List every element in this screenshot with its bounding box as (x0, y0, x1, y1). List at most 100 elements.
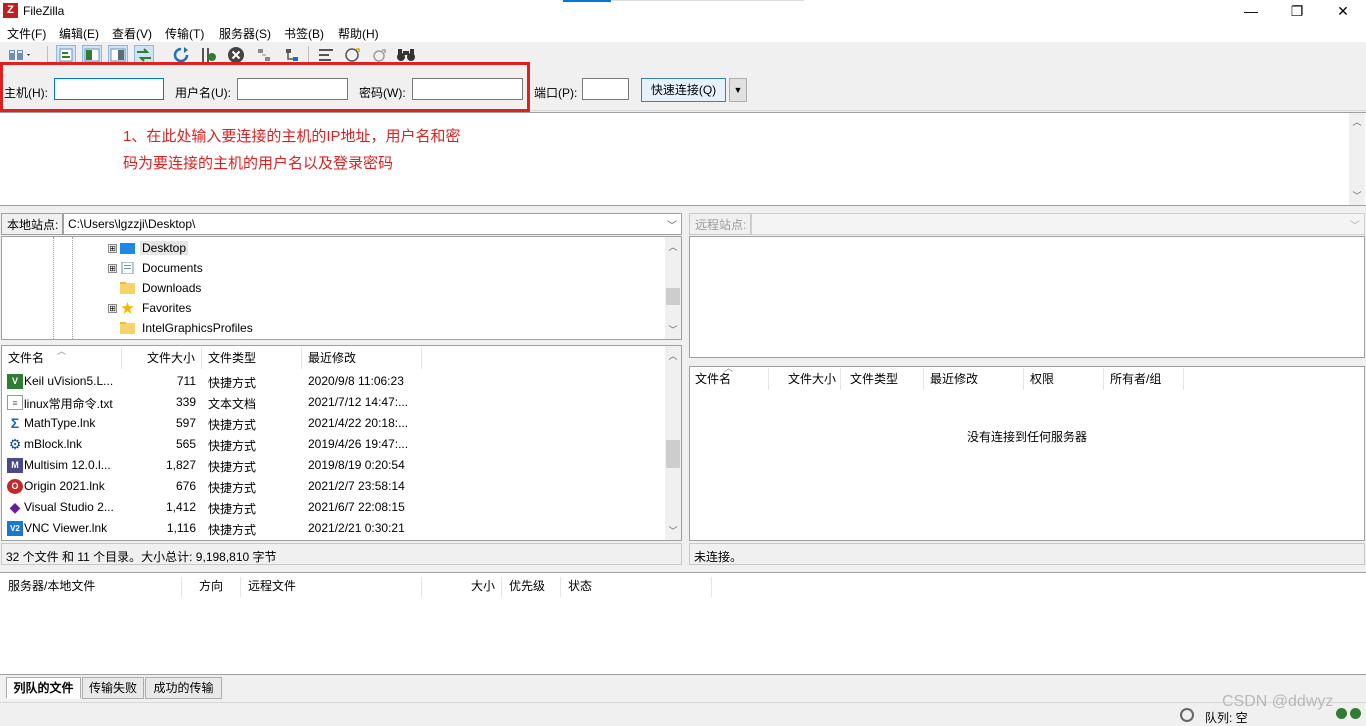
queue-col-server-local[interactable]: 服务器/本地文件 (1, 577, 182, 597)
scroll-up-arrow-icon[interactable]: ︿ (1349, 115, 1365, 128)
tree-item-label: Downloads (142, 281, 202, 295)
minimize-button[interactable]: — (1228, 0, 1274, 22)
local-file-row[interactable]: ◆ Visual Studio 2... 1,412 快捷方式 2021/6/7… (2, 497, 664, 518)
maximize-button[interactable]: ❐ (1274, 0, 1320, 22)
chevron-down-icon[interactable]: ﹀ (667, 217, 677, 232)
file-size: 1,116 (166, 521, 196, 535)
host-input[interactable] (54, 78, 164, 100)
toggle-transfer-queue-icon[interactable] (134, 45, 154, 65)
file-size: 565 (175, 437, 196, 451)
local-file-row[interactable]: M Multisim 12.0.l... 1,827 快捷方式 2019/8/1… (2, 455, 664, 476)
remote-path-combobox[interactable]: ﹀ (751, 213, 1365, 235)
toggle-message-log-icon[interactable] (56, 45, 76, 65)
file-name: Multisim 12.0.l... (24, 458, 111, 472)
expand-icon[interactable]: ⊞ (108, 243, 117, 253)
username-input[interactable] (237, 78, 348, 100)
remote-status: 未连接。 (689, 543, 1365, 565)
menu-transfer[interactable]: 传输(T) (165, 25, 204, 42)
directory-listing-filter-icon[interactable] (316, 45, 336, 65)
file-size: 1,827 (165, 458, 196, 472)
file-modified: 2021/4/22 20:18:... (308, 416, 409, 430)
status-bar (0, 702, 1366, 725)
tree-item-intelgraphicsprofiles[interactable]: IntelGraphicsProfiles (108, 318, 255, 338)
scroll-up-arrow-icon[interactable]: ︿ (665, 240, 681, 253)
local-col-filename[interactable]: 文件名 ︿ (2, 346, 122, 369)
file-size: 711 (176, 374, 196, 388)
refresh-icon[interactable] (171, 45, 191, 65)
local-path-combobox[interactable]: C:\Users\lgzzji\Desktop\ ﹀ (63, 213, 682, 235)
quickconnect-history-dropdown[interactable]: ▼ (729, 78, 747, 102)
scroll-up-arrow-icon[interactable]: ︿ (665, 349, 681, 362)
file-modified: 2020/9/8 11:06:23 (308, 374, 404, 388)
remote-col-modified[interactable]: 最近修改 (924, 368, 1024, 390)
local-col-filetype[interactable]: 文件类型 (202, 347, 302, 369)
menu-edit[interactable]: 编辑(E) (59, 25, 99, 42)
file-name: mBlock.lnk (24, 437, 83, 451)
tab-queued-files[interactable]: 列队的文件 (6, 677, 81, 699)
tree-item-downloads[interactable]: Downloads (108, 278, 203, 298)
local-file-row[interactable]: O Origin 2021.lnk 676 快捷方式 2021/2/7 23:5… (2, 476, 664, 497)
password-label: 密码(W): (359, 86, 406, 100)
expand-icon[interactable]: ⊞ (108, 263, 117, 273)
scroll-down-arrow-icon[interactable]: ﹀ (665, 323, 681, 336)
toggle-remote-tree-icon[interactable] (108, 45, 128, 65)
chevron-down-icon[interactable]: ﹀ (1350, 217, 1360, 232)
sync-browsing-icon[interactable] (343, 45, 363, 65)
remote-col-filesize[interactable]: 文件大小 (769, 368, 841, 390)
menu-help[interactable]: 帮助(H) (338, 25, 379, 42)
local-path-text: C:\Users\lgzzji\Desktop\ (68, 217, 196, 231)
local-site-label: 本地站点: (1, 213, 63, 235)
scroll-down-arrow-icon[interactable]: ﹀ (665, 524, 681, 537)
directory-comparison-icon[interactable] (369, 45, 389, 65)
tree-item-favorites[interactable]: ⊞ Favorites (108, 298, 193, 318)
speed-limit-icon[interactable] (1180, 708, 1194, 722)
local-file-row[interactable]: V Keil uVision5.L... 711 快捷方式 2020/9/8 1… (2, 371, 664, 392)
scroll-thumb[interactable] (666, 288, 680, 305)
message-log-scrollbar[interactable]: ︿ ﹀ (1349, 113, 1365, 205)
local-col-filesize[interactable]: 文件大小 (122, 347, 202, 369)
binoculars-search-icon[interactable] (396, 45, 416, 65)
queue-col-size[interactable]: 大小 (422, 577, 502, 597)
toggle-local-tree-icon[interactable] (82, 45, 102, 65)
menu-bookmarks[interactable]: 书签(B) (284, 25, 324, 42)
scroll-down-arrow-icon[interactable]: ﹀ (1349, 189, 1365, 202)
local-tree-scrollbar[interactable]: ︿ ﹀ (665, 237, 681, 339)
remote-col-filetype[interactable]: 文件类型 (844, 368, 924, 390)
close-button[interactable]: ✕ (1320, 0, 1366, 22)
tree-item-documents[interactable]: ⊞ Documents (108, 258, 205, 278)
csdn-watermark: CSDN @ddwyz (1222, 693, 1334, 710)
local-file-row[interactable]: Σ MathType.lnk 597 快捷方式 2021/4/22 20:18:… (2, 413, 664, 434)
password-input[interactable] (412, 78, 523, 100)
site-manager-icon[interactable] (6, 45, 34, 65)
scroll-thumb[interactable] (666, 440, 680, 468)
local-col-modified[interactable]: 最近修改 (302, 347, 422, 369)
menu-file[interactable]: 文件(F) (7, 25, 46, 42)
menu-view[interactable]: 查看(V) (112, 25, 152, 42)
file-name: Origin 2021.lnk (24, 479, 105, 493)
reconnect-icon[interactable] (282, 45, 302, 65)
local-file-row[interactable]: V2 VNC Viewer.lnk 1,116 快捷方式 2021/2/21 0… (2, 518, 664, 539)
tree-item-desktop[interactable]: ⊞ Desktop (108, 238, 189, 258)
host-label: 主机(H): (4, 86, 48, 100)
remote-col-permissions[interactable]: 权限 (1024, 368, 1104, 390)
queue-col-status[interactable]: 状态 (561, 577, 712, 597)
port-input[interactable] (582, 78, 629, 100)
tab-successful-transfers[interactable]: 成功的传输 (145, 677, 222, 699)
remote-col-filename[interactable]: 文件名 (689, 368, 769, 390)
process-queue-icon[interactable] (198, 45, 218, 65)
quickconnect-button[interactable]: 快速连接(Q) (641, 78, 726, 102)
tab-failed-transfers[interactable]: 传输失败 (82, 677, 144, 699)
menu-server[interactable]: 服务器(S) (219, 25, 271, 42)
expand-icon[interactable]: ⊞ (108, 303, 117, 313)
disconnect-icon[interactable] (254, 45, 274, 65)
queue-col-remote-file[interactable]: 远程文件 (241, 577, 422, 597)
remote-col-owner[interactable]: 所有者/组 (1104, 368, 1184, 390)
local-file-row[interactable]: ⚙ mBlock.lnk 565 快捷方式 2019/4/26 19:47:..… (2, 434, 664, 455)
toolbar (0, 42, 1366, 68)
cancel-operation-icon[interactable] (226, 45, 246, 65)
local-file-list-scrollbar[interactable]: ︿ ﹀ (665, 346, 681, 540)
queue-col-direction[interactable]: 方向 (182, 577, 241, 597)
tree-guide-line (53, 237, 54, 339)
local-file-row[interactable]: ≡ linux常用命令.txt 339 文本文档 2021/7/12 14:47… (2, 392, 664, 413)
queue-col-priority[interactable]: 优先级 (502, 577, 561, 597)
